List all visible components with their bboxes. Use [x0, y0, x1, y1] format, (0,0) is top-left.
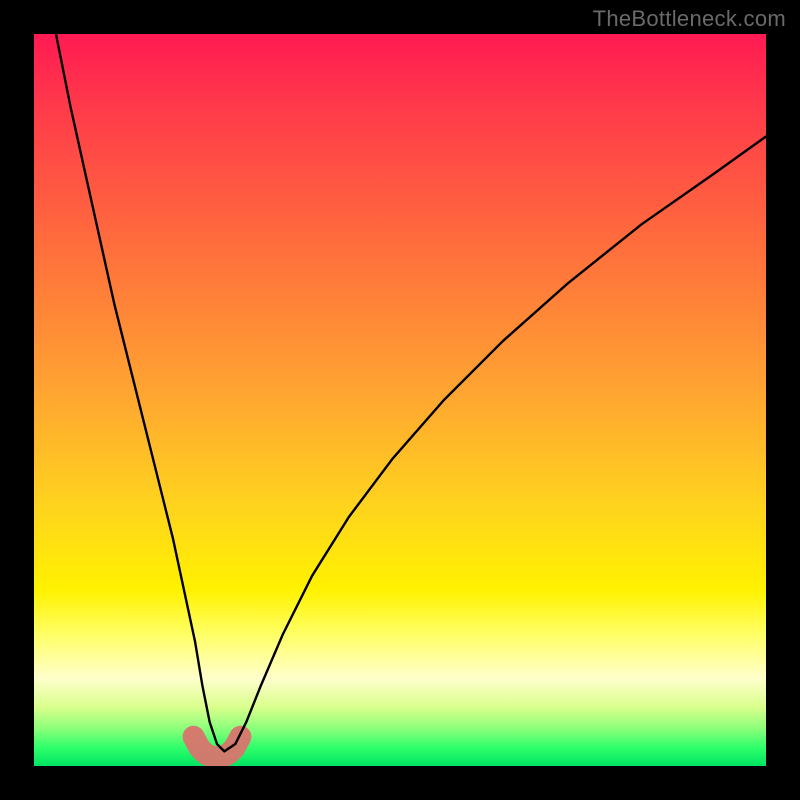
bottleneck-curve [56, 34, 766, 751]
watermark-text: TheBottleneck.com [593, 6, 786, 32]
valley-marker-blob [194, 737, 241, 758]
chart-overlay [34, 34, 766, 766]
valley-marker-group [194, 737, 241, 758]
chart-frame: TheBottleneck.com [0, 0, 800, 800]
curve-group [56, 34, 766, 751]
